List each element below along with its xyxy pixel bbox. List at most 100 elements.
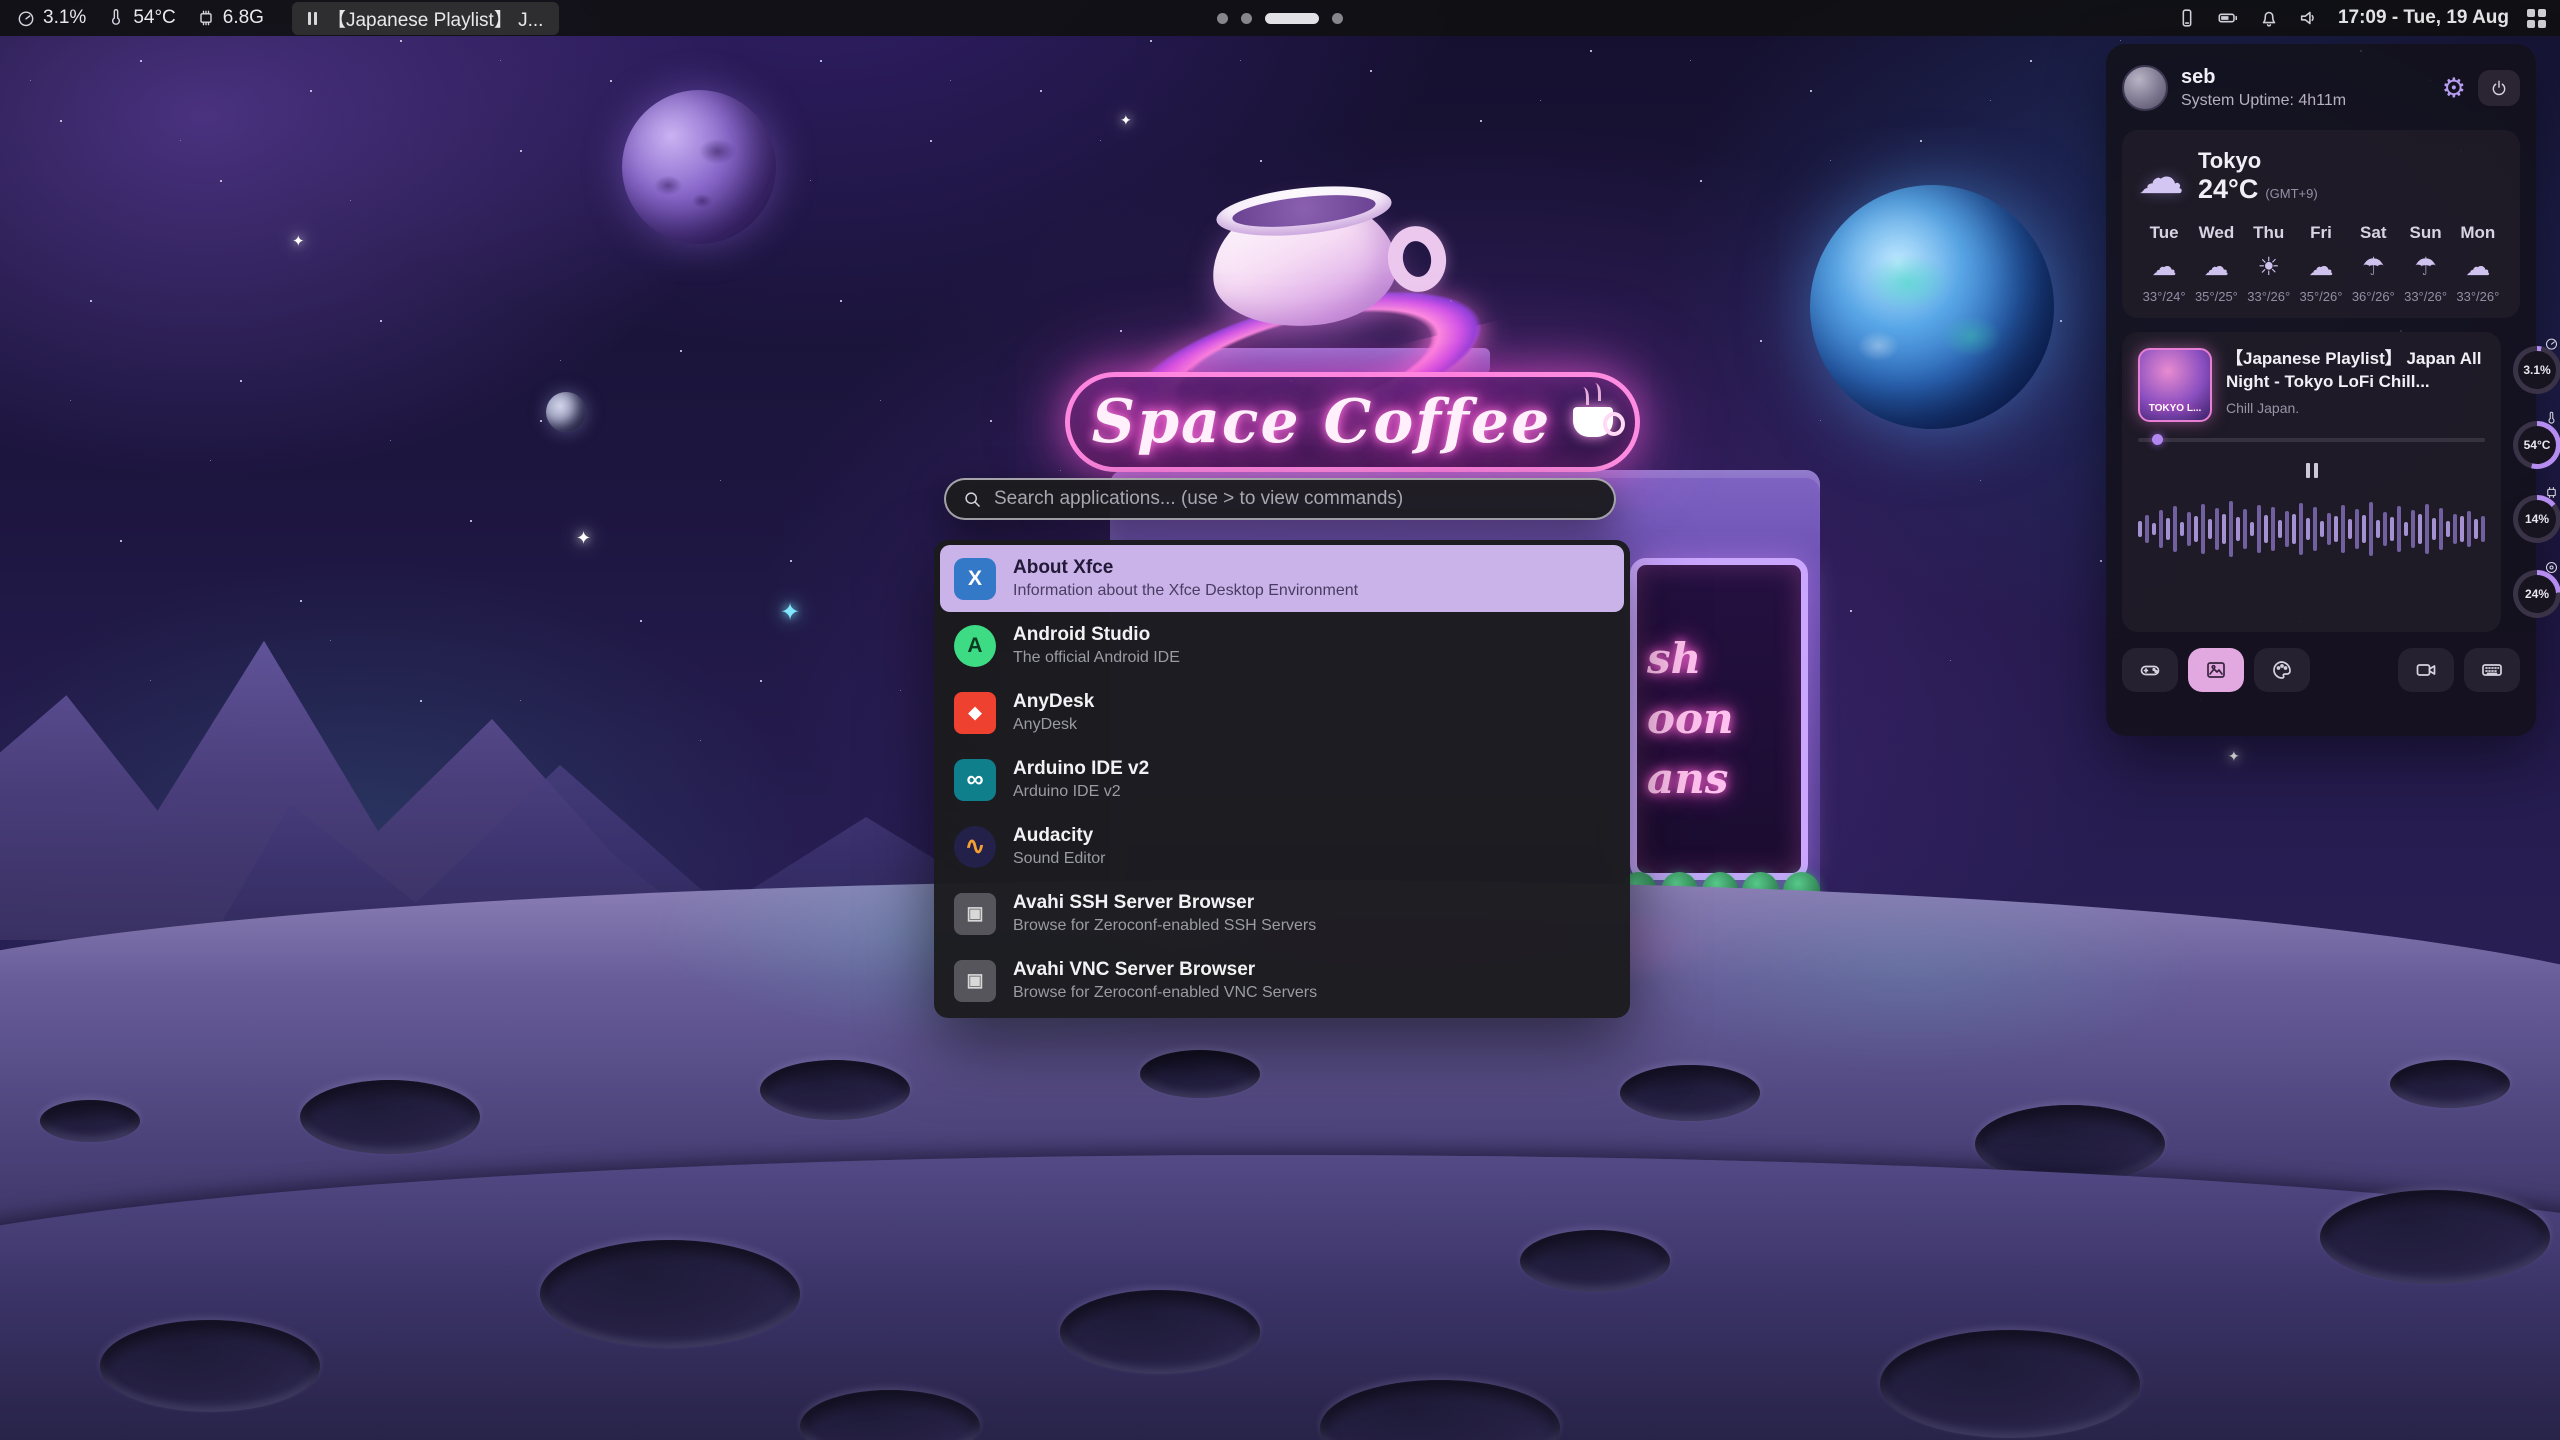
cpu-gauge: 3.1% [2513, 336, 2560, 404]
palette-icon [2270, 658, 2294, 682]
active-window-button[interactable]: 【Japanese Playlist】 J... [292, 2, 559, 35]
app-description: Information about the Xfce Desktop Envir… [1013, 582, 1358, 600]
window-neon-text: ans [1647, 756, 1791, 802]
app-name: Avahi VNC Server Browser [1013, 959, 1317, 981]
search-input[interactable] [994, 488, 1598, 510]
screenshot-button[interactable] [2188, 648, 2244, 692]
star-sparkle: ✦ [576, 528, 591, 549]
thermometer-icon [106, 8, 126, 28]
neon-sign: Space Coffee [1065, 372, 1640, 472]
avatar[interactable] [2122, 65, 2168, 111]
app-row-anydesk[interactable]: ◆ AnyDesk AnyDesk [934, 679, 1630, 746]
weather-forecast: Tue ☁ 33°/24° Wed ☁ 35°/25° Thu ☀ 33°/26… [2138, 223, 2504, 304]
temperature-gauge: 54°C [2513, 411, 2560, 479]
weather-timezone: (GMT+9) [2265, 186, 2317, 201]
cpu-temperature[interactable]: 54°C [106, 7, 175, 29]
app-name: Arduino IDE v2 [1013, 758, 1149, 780]
battery-icon[interactable] [2216, 7, 2240, 29]
gamepad-button[interactable] [2122, 648, 2178, 692]
keyboard-button[interactable] [2464, 648, 2520, 692]
color-picker-button[interactable] [2254, 648, 2310, 692]
cloud-icon: ☁ [2190, 252, 2242, 282]
active-window-title: 【Japanese Playlist】 J... [327, 5, 543, 32]
waveform [2138, 493, 2485, 565]
album-art-label: TOKYO L... [2140, 403, 2210, 414]
arduino-icon: ∞ [954, 759, 996, 801]
cloud-icon: ☁ [2295, 252, 2347, 282]
workspace-1[interactable] [1217, 13, 1228, 24]
screen-record-button[interactable] [2398, 648, 2454, 692]
shop-window: sh oon ans [1630, 558, 1808, 880]
album-art[interactable]: TOKYO L... [2138, 348, 2212, 422]
star-sparkle: ✦ [780, 598, 800, 627]
crater [1140, 1050, 1260, 1098]
phone-link-icon[interactable] [2176, 7, 2198, 29]
cpu-usage-value: 3.1% [43, 7, 86, 29]
forecast-day: Fri ☁ 35°/26° [2295, 223, 2347, 304]
screenshot-icon [2204, 658, 2228, 682]
workspace-3-active[interactable] [1265, 13, 1319, 24]
gamepad-icon [2138, 658, 2162, 682]
weather-widget: ☁ Tokyo 24°C (GMT+9) Tue ☁ 33°/24° Wed ☁… [2122, 130, 2520, 318]
app-row-arduino-ide[interactable]: ∞ Arduino IDE v2 Arduino IDE v2 [934, 746, 1630, 813]
crater [40, 1100, 140, 1142]
avahi-ssh-icon: ▣ [954, 893, 996, 935]
memory-chip-icon [196, 8, 216, 28]
umbrella-icon: ☂ [2399, 252, 2451, 282]
clock[interactable]: 17:09 - Tue, 19 Aug [2338, 7, 2509, 29]
workspace-4[interactable] [1332, 13, 1343, 24]
app-row-audacity[interactable]: ∿ Audacity Sound Editor [934, 813, 1630, 880]
pause-button[interactable] [2290, 455, 2334, 485]
app-description: Browse for Zeroconf-enabled VNC Servers [1013, 984, 1317, 1002]
crater [1520, 1230, 1670, 1292]
app-name: Audacity [1013, 825, 1106, 847]
crater [100, 1320, 320, 1412]
app-description: AnyDesk [1013, 716, 1094, 734]
settings-gear-icon[interactable]: ⚙ [2442, 75, 2466, 102]
crater [1620, 1065, 1760, 1121]
workspace-2[interactable] [1241, 13, 1252, 24]
thermometer-icon [2544, 411, 2559, 426]
system-uptime: System Uptime: 4h11m [2181, 92, 2346, 110]
app-name: About Xfce [1013, 557, 1358, 579]
app-grid-icon[interactable] [2527, 9, 2546, 28]
xfce-logo-icon: X [954, 558, 996, 600]
dashboard-panel: seb System Uptime: 4h11m ⚙ ☁ Tokyo 24°C … [2106, 44, 2536, 736]
workspace-indicator[interactable] [1217, 0, 1343, 36]
search-icon [962, 489, 983, 510]
cloud-icon: ☁ [2138, 154, 2184, 200]
progress-handle[interactable] [2152, 434, 2163, 445]
forecast-day: Tue ☁ 33°/24° [2138, 223, 2190, 304]
star-sparkle: ✦ [292, 232, 305, 250]
sun-icon: ☀ [2243, 252, 2295, 282]
crater [1880, 1330, 2140, 1438]
star-sparkle: ✦ [2228, 748, 2240, 765]
window-neon-text: oon [1647, 696, 1791, 742]
star-sparkle: ✦ [1120, 112, 1132, 129]
pause-icon [308, 12, 317, 25]
app-row-avahi-vnc[interactable]: ▣ Avahi VNC Server Browser Browse for Ze… [934, 947, 1630, 1014]
memory-usage-value: 6.8G [223, 7, 264, 29]
top-panel: 3.1% 54°C 6.8G 【Japanese Playlist】 J... [0, 0, 2560, 36]
app-description: The official Android IDE [1013, 649, 1180, 667]
avahi-vnc-icon: ▣ [954, 960, 996, 1002]
neon-cup-icon [1573, 407, 1613, 437]
app-row-avahi-ssh[interactable]: ▣ Avahi SSH Server Browser Browse for Ze… [934, 880, 1630, 947]
disk-gauge: 24% [2513, 560, 2560, 628]
playback-progress-bar[interactable] [2138, 438, 2485, 442]
power-button[interactable] [2478, 70, 2520, 106]
track-subtitle: Chill Japan. [2226, 400, 2485, 416]
app-row-about-xfce[interactable]: X About Xfce Information about the Xfce … [940, 545, 1624, 612]
memory-usage[interactable]: 6.8G [196, 7, 264, 29]
power-icon [2489, 78, 2509, 98]
memory-gauge: 14% [2513, 485, 2560, 553]
crater [1060, 1290, 1260, 1374]
launcher-search-bar[interactable] [944, 478, 1616, 520]
cpu-usage[interactable]: 3.1% [16, 7, 86, 29]
volume-icon[interactable] [2298, 7, 2320, 29]
notifications-bell-icon[interactable] [2258, 7, 2280, 29]
cpu-temperature-value: 54°C [133, 7, 175, 29]
user-card: seb System Uptime: 4h11m ⚙ [2122, 60, 2520, 116]
app-row-android-studio[interactable]: A Android Studio The official Android ID… [934, 612, 1630, 679]
cpu-icon [2544, 336, 2559, 351]
